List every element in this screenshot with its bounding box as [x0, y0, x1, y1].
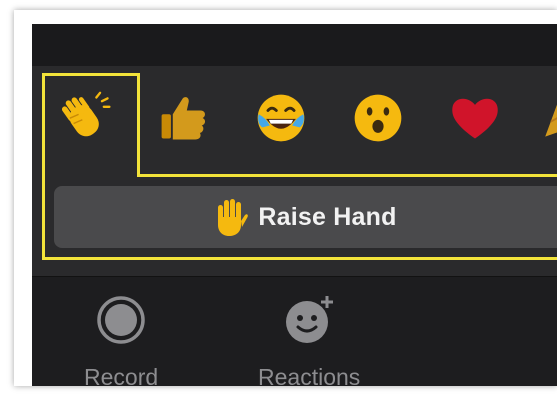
reactions-button[interactable]: Reactions [258, 294, 360, 386]
record-icon [97, 296, 145, 344]
highlight-outline-emoji [42, 73, 140, 177]
reactions-label: Reactions [258, 364, 361, 386]
screenshot-frame: Raise Hand Record Reactions [14, 10, 557, 386]
thumbs-up-icon [161, 97, 206, 140]
thumbs-up-emoji-button[interactable] [154, 88, 214, 148]
reactions-popup: Raise Hand [32, 24, 557, 277]
heart-icon [452, 98, 498, 139]
meeting-window: Raise Hand Record Reactions [32, 24, 557, 386]
party-popper-icon [545, 104, 557, 137]
open-mouth-icon [354, 94, 402, 142]
tears-of-joy-icon [257, 94, 305, 142]
party-popper-emoji-button[interactable] [532, 88, 557, 148]
add-reaction-icon [286, 296, 334, 343]
heart-emoji-button[interactable] [445, 88, 505, 148]
raise-hand-label: Raise Hand [258, 202, 397, 231]
raised-hand-icon [214, 197, 249, 237]
tears-of-joy-emoji-button[interactable] [251, 88, 311, 148]
record-button[interactable]: Record [84, 294, 158, 386]
raise-hand-button[interactable]: Raise Hand [54, 186, 557, 248]
highlight-outline-joint [45, 172, 137, 178]
open-mouth-emoji-button[interactable] [348, 88, 408, 148]
popup-header-bar [32, 24, 557, 66]
record-label: Record [84, 364, 159, 386]
